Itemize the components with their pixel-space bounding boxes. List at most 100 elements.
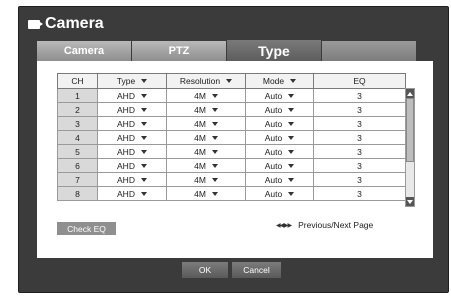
mode-select[interactable]: Auto — [245, 186, 314, 201]
table-scrollbar[interactable] — [405, 88, 415, 207]
type-select[interactable]: AHD — [97, 158, 167, 173]
check-eq-button[interactable]: Check EQ — [57, 222, 116, 235]
eq-value[interactable]: 3 — [313, 130, 406, 145]
resolution-select[interactable]: 4M — [166, 172, 246, 187]
type-select[interactable]: AHD — [97, 186, 167, 201]
tab-camera[interactable]: Camera — [37, 41, 131, 61]
channel-cell: 7 — [57, 172, 98, 187]
mode-select-value: Auto — [264, 160, 283, 171]
dropdown-arrow-icon — [288, 149, 295, 154]
resolution-select[interactable]: 4M — [166, 158, 246, 173]
dropdown-arrow-icon — [288, 191, 295, 196]
col-header-eq: EQ — [313, 73, 406, 89]
type-select[interactable]: AHD — [97, 102, 167, 117]
tab-ptz[interactable]: PTZ — [132, 41, 226, 61]
eq-value[interactable]: 3 — [313, 102, 406, 117]
table-row: 3 AHD 4M Auto 3 — [57, 116, 406, 131]
prev-next-arrows-icon[interactable]: ◀◀ ▶▶ — [276, 222, 292, 229]
resolution-select-value: 4M — [194, 132, 206, 143]
resolution-select[interactable]: 4M — [166, 102, 246, 117]
eq-value[interactable]: 3 — [313, 186, 406, 201]
scroll-thumb[interactable] — [406, 98, 414, 162]
channel-cell: 6 — [57, 158, 98, 173]
eq-value-value: 3 — [357, 146, 362, 157]
mode-select[interactable]: Auto — [245, 172, 314, 187]
page-navigation[interactable]: ◀◀ ▶▶ Previous/Next Page — [276, 220, 373, 230]
dropdown-arrow-icon — [140, 177, 147, 182]
page-nav-label: Previous/Next Page — [298, 220, 374, 230]
channel-cell: 8 — [57, 186, 98, 201]
eq-value-value: 3 — [357, 118, 362, 129]
channel-type-table: CH Type Resolution Mode EQ 1 AHD 4M Auto 3 2 A… — [57, 73, 406, 201]
table-row: 4 AHD 4M Auto 3 — [57, 130, 406, 145]
mode-select[interactable]: Auto — [245, 144, 314, 159]
type-select[interactable]: AHD — [97, 116, 167, 131]
mode-select[interactable]: Auto — [245, 130, 314, 145]
table-row: 6 AHD 4M Auto 3 — [57, 158, 406, 173]
tab-type[interactable]: Type — [227, 40, 321, 61]
ok-button[interactable]: OK — [182, 262, 228, 278]
channel-cell: 2 — [57, 102, 98, 117]
eq-value-value: 3 — [357, 90, 362, 101]
mode-select[interactable]: Auto — [245, 158, 314, 173]
mode-select-value: Auto — [264, 90, 283, 101]
scroll-down-icon[interactable] — [406, 197, 414, 206]
mode-select[interactable]: Auto — [245, 102, 314, 117]
type-select-value: AHD — [117, 132, 135, 143]
channel-cell-value: 1 — [75, 90, 80, 101]
channel-cell-value: 8 — [75, 188, 80, 199]
mode-select-value: Auto — [264, 132, 283, 143]
table-row: 5 AHD 4M Auto 3 — [57, 144, 406, 159]
channel-cell-value: 7 — [75, 174, 80, 185]
mode-select-value: Auto — [264, 188, 283, 199]
channel-cell-value: 5 — [75, 146, 80, 157]
resolution-select[interactable]: 4M — [166, 88, 246, 103]
type-panel: CH Type Resolution Mode EQ 1 AHD 4M Auto 3 2 A… — [37, 61, 433, 258]
mode-select-value: Auto — [264, 146, 283, 157]
mode-select[interactable]: Auto — [245, 116, 314, 131]
dropdown-arrow-icon — [141, 79, 148, 83]
col-header-resolution[interactable]: Resolution — [166, 73, 246, 89]
table-row: 1 AHD 4M Auto 3 — [57, 88, 406, 103]
dropdown-arrow-icon — [140, 135, 147, 140]
type-select[interactable]: AHD — [97, 130, 167, 145]
cancel-button[interactable]: Cancel — [232, 262, 281, 278]
dropdown-arrow-icon — [288, 135, 295, 140]
eq-value[interactable]: 3 — [313, 144, 406, 159]
dropdown-arrow-icon — [211, 135, 218, 140]
dropdown-arrow-icon — [211, 191, 218, 196]
col-header-mode[interactable]: Mode — [245, 73, 314, 89]
dropdown-arrow-icon — [140, 149, 147, 154]
dropdown-arrow-icon — [211, 163, 218, 168]
type-select-value: AHD — [117, 160, 135, 171]
mode-select-value: Auto — [264, 174, 283, 185]
channel-cell-value: 6 — [75, 160, 80, 171]
type-select[interactable]: AHD — [97, 172, 167, 187]
resolution-select[interactable]: 4M — [166, 116, 246, 131]
eq-value-value: 3 — [357, 174, 362, 185]
eq-value[interactable]: 3 — [313, 158, 406, 173]
dropdown-arrow-icon — [226, 79, 233, 83]
mode-select[interactable]: Auto — [245, 88, 314, 103]
resolution-select-value: 4M — [194, 104, 206, 115]
table-row: 7 AHD 4M Auto 3 — [57, 172, 406, 187]
resolution-select[interactable]: 4M — [166, 130, 246, 145]
eq-value[interactable]: 3 — [313, 116, 406, 131]
col-header-type[interactable]: Type — [97, 73, 167, 89]
type-select[interactable]: AHD — [97, 144, 167, 159]
resolution-select[interactable]: 4M — [166, 144, 246, 159]
type-select-value: AHD — [117, 90, 135, 101]
channel-cell: 4 — [57, 130, 98, 145]
eq-value[interactable]: 3 — [313, 88, 406, 103]
eq-value[interactable]: 3 — [313, 172, 406, 187]
table-row: 2 AHD 4M Auto 3 — [57, 102, 406, 117]
col-header-ch: CH — [57, 73, 98, 89]
type-select[interactable]: AHD — [97, 88, 167, 103]
camera-dialog: Camera Camera PTZ Type CH Type Resolutio… — [18, 6, 449, 293]
dropdown-arrow-icon — [211, 121, 218, 126]
resolution-select[interactable]: 4M — [166, 186, 246, 201]
tab-bar: Camera PTZ Type — [37, 40, 417, 61]
scroll-up-icon[interactable] — [406, 89, 414, 98]
eq-value-value: 3 — [357, 132, 362, 143]
channel-cell-value: 2 — [75, 104, 80, 115]
